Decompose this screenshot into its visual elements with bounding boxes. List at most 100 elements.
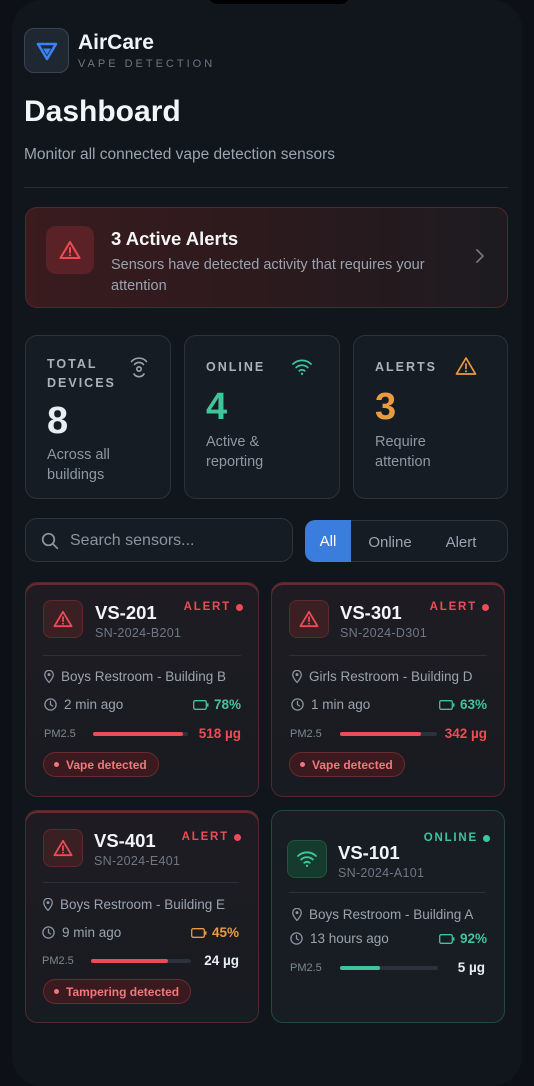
- device-icon-box: [43, 829, 83, 867]
- device-serial: SN-2024-E401: [94, 854, 181, 868]
- pm-value: 24 µg: [204, 953, 239, 968]
- device-card-vs-201[interactable]: VS-201 SN-2024-B201 ALERT Boys Restroom …: [25, 582, 259, 797]
- stat-online: ONLINE 4 Active & reporting: [184, 335, 340, 499]
- device-last-seen: 2 min ago: [44, 697, 123, 712]
- device-last-seen-text: 9 min ago: [62, 925, 122, 940]
- detection-tag: Vape detected: [289, 752, 405, 777]
- detection-tag: Vape detected: [43, 752, 159, 777]
- wifi-icon: [292, 359, 312, 375]
- app-subtitle: VAPE DETECTION: [78, 58, 216, 70]
- battery-icon: [193, 699, 209, 710]
- app-logo: [24, 28, 69, 73]
- device-status-badge: ALERT: [430, 601, 489, 613]
- stat-description: Active & reporting: [206, 434, 264, 470]
- stat-value: 4: [206, 386, 228, 428]
- device-status-badge: ALERT: [184, 601, 243, 613]
- device-status-text: ALERT: [181, 831, 229, 843]
- pm-value: 5 µg: [457, 960, 485, 975]
- device-location: Girls Restroom - Building D: [292, 669, 473, 684]
- chevron-right-icon: [476, 249, 484, 263]
- device-last-seen-text: 2 min ago: [64, 697, 124, 712]
- stat-value: 8: [47, 400, 69, 442]
- page-subtitle: Monitor all connected vape detection sen…: [24, 146, 336, 163]
- device-serial: SN-2024-A101: [338, 866, 425, 880]
- device-battery: 92%: [439, 931, 487, 946]
- detection-tag-text: Vape detected: [66, 757, 147, 772]
- pm-level-fill: [340, 966, 381, 970]
- pm-value: 342 µg: [444, 726, 487, 741]
- search-input[interactable]: [70, 519, 285, 563]
- clock-icon: [290, 932, 303, 945]
- app-name: AirCare: [78, 31, 154, 54]
- card-divider: [289, 655, 487, 656]
- filter-all-button[interactable]: All: [305, 520, 351, 562]
- device-location-text: Girls Restroom - Building D: [309, 669, 473, 684]
- sensor-icon: [130, 357, 148, 378]
- pm-label: PM2.5: [44, 728, 76, 740]
- status-dot: [234, 833, 241, 841]
- location-pin-icon: [43, 898, 53, 911]
- stat-label: TOTAL DEVICES: [47, 357, 116, 390]
- pm-level-bar: [91, 959, 191, 963]
- device-last-seen: 13 hours ago: [290, 931, 389, 946]
- card-divider: [289, 892, 485, 893]
- search-box[interactable]: [25, 518, 293, 563]
- device-status-text: ALERT: [183, 601, 231, 613]
- warning-icon: [53, 610, 73, 628]
- status-dot: [236, 603, 243, 611]
- wifi-icon: [297, 851, 317, 867]
- device-status-text: ALERT: [429, 601, 477, 613]
- device-status-badge: ALERT: [182, 831, 241, 843]
- stat-description: Across all buildings: [47, 447, 110, 483]
- device-card-vs-301[interactable]: VS-301 SN-2024-D301 ALERT Girls Restroom…: [271, 582, 505, 797]
- warning-icon: [53, 839, 73, 857]
- device-battery-text: 63%: [459, 697, 487, 712]
- stat-label: ONLINE: [206, 360, 266, 374]
- device-name: VS-201: [95, 602, 157, 623]
- status-filter: All Online Alert: [305, 520, 508, 562]
- filter-alert-button[interactable]: Alert: [430, 521, 492, 563]
- stat-alerts: ALERTS 3 Require attention: [353, 335, 508, 499]
- device-notch: [209, 0, 349, 4]
- alert-banner-icon-box: [46, 226, 94, 274]
- header-divider: [24, 187, 508, 188]
- device-location: Boys Restroom - Building E: [43, 897, 225, 912]
- device-icon-box: [287, 840, 327, 878]
- tag-dot: [54, 762, 59, 767]
- shield-logo-icon: [36, 42, 57, 60]
- device-location-text: Boys Restroom - Building E: [60, 897, 226, 912]
- pm-level-fill: [340, 732, 422, 736]
- location-pin-icon: [292, 908, 302, 921]
- pm-label: PM2.5: [290, 962, 322, 974]
- tag-dot: [300, 762, 305, 767]
- device-last-seen: 9 min ago: [42, 925, 121, 940]
- device-serial: SN-2024-B201: [95, 626, 182, 640]
- pm-value: 518 µg: [198, 726, 241, 741]
- location-pin-icon: [44, 670, 54, 683]
- device-location: Boys Restroom - Building B: [44, 669, 226, 684]
- tag-dot: [54, 989, 59, 994]
- device-last-seen: 1 min ago: [291, 697, 370, 712]
- clock-icon: [42, 926, 55, 939]
- location-pin-icon: [292, 670, 302, 683]
- app-brand: AirCare VAPE DETECTION: [24, 28, 215, 73]
- device-name: VS-101: [338, 842, 400, 863]
- filter-online-button[interactable]: Online: [358, 521, 422, 563]
- device-battery-text: 92%: [459, 931, 487, 946]
- device-serial: SN-2024-D301: [340, 626, 427, 640]
- device-icon-box: [43, 600, 83, 638]
- clock-icon: [291, 698, 304, 711]
- stat-label: ALERTS: [375, 360, 437, 374]
- stat-total-devices: TOTAL DEVICES 8 Across all buildings: [25, 335, 171, 499]
- stat-description: Require attention: [375, 434, 431, 470]
- card-divider: [43, 655, 241, 656]
- pm-label: PM2.5: [42, 955, 74, 967]
- device-status-badge: ONLINE: [424, 832, 490, 844]
- device-card-vs-401[interactable]: VS-401 SN-2024-E401 ALERT Boys Restroom …: [25, 810, 259, 1023]
- detection-tag-text: Tampering detected: [66, 984, 180, 999]
- warning-icon: [299, 610, 319, 628]
- device-status-text: ONLINE: [423, 832, 478, 844]
- page-title: Dashboard: [24, 95, 181, 128]
- active-alerts-banner[interactable]: 3 Active Alerts Sensors have detected ac…: [25, 207, 508, 308]
- device-card-vs-101[interactable]: VS-101 SN-2024-A101 ONLINE Boys Restroom…: [271, 810, 505, 1023]
